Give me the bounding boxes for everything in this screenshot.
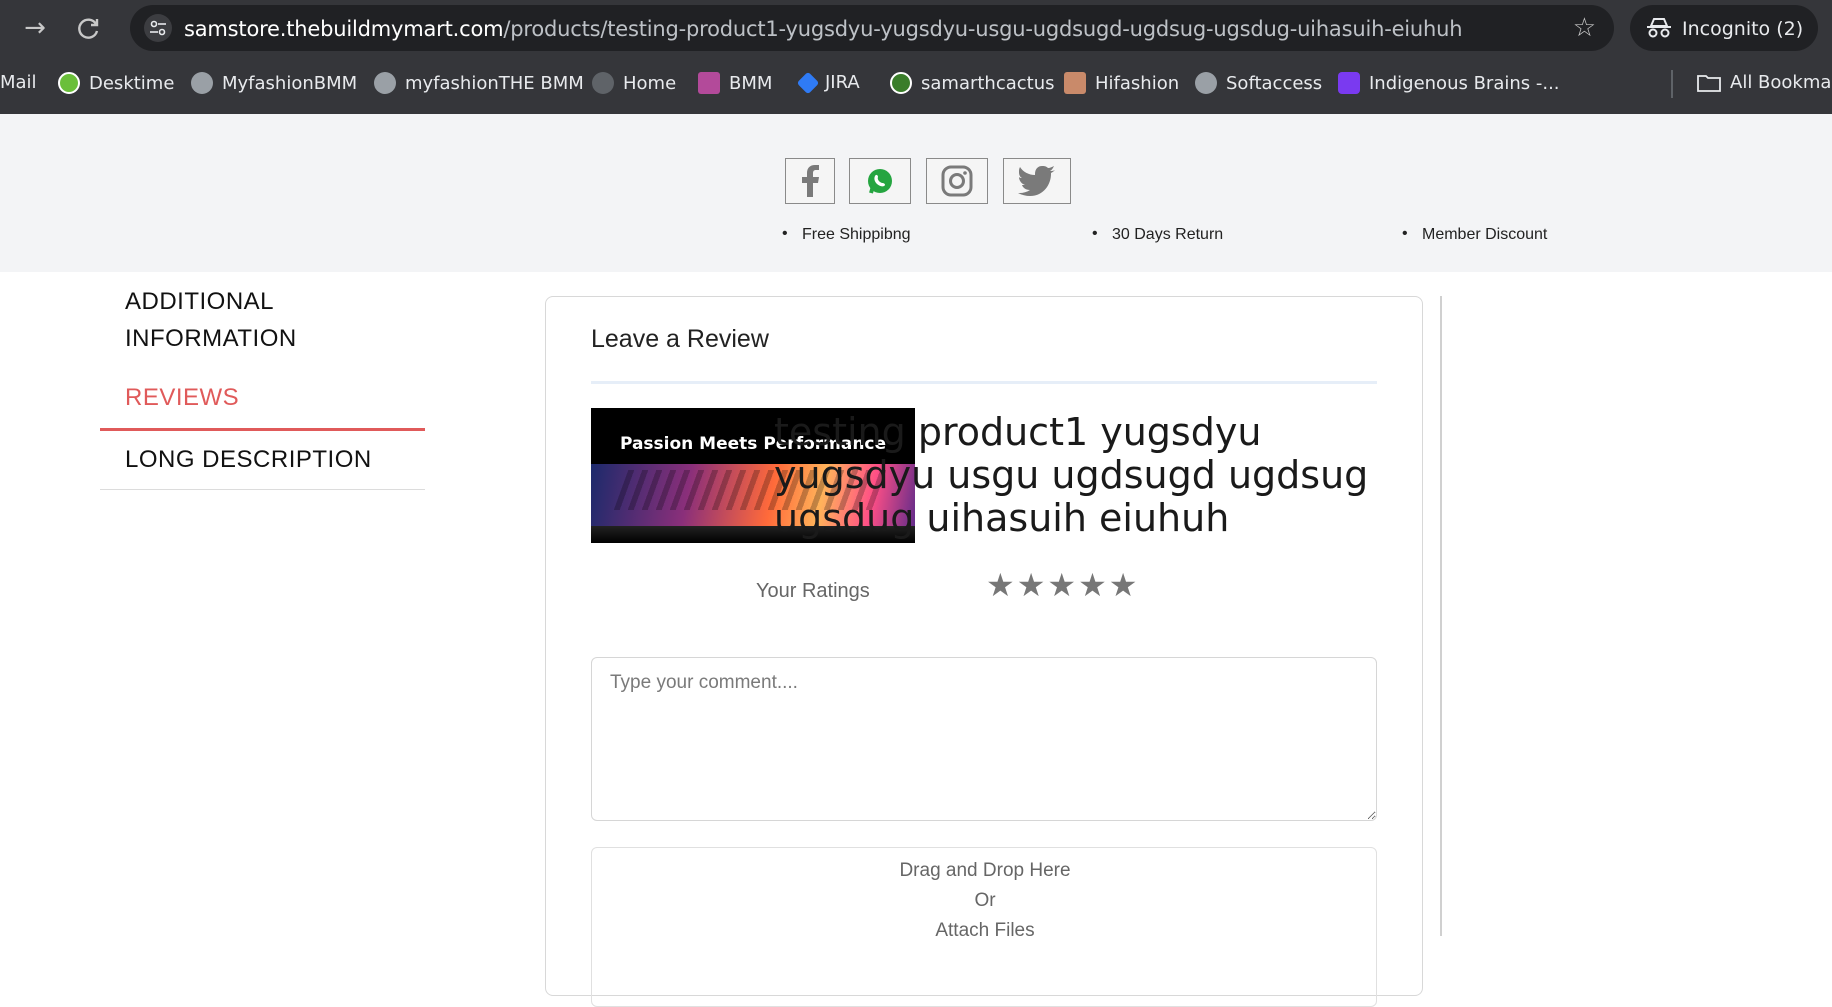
review-card: Leave a Review Passion Meets Performance… [545, 296, 1423, 1007]
perk-30-days-return: 30 Days Return [1092, 225, 1223, 244]
bookmark-label: Home [623, 72, 677, 94]
tab-additional-information[interactable]: ADDITIONAL INFORMATION [125, 288, 297, 353]
bookmark-bmm[interactable]: BMM [698, 72, 772, 94]
perk-member-discount: Member Discount [1402, 225, 1547, 244]
globe-icon [191, 72, 213, 94]
address-bar[interactable]: samstore.thebuildmymart.com/products/tes… [130, 5, 1614, 51]
dropzone-text: Drag and Drop Here [899, 860, 1071, 881]
browser-toolbar: → samstore.thebuildmymart.com/products/t… [0, 0, 1832, 56]
active-tab-underline [100, 428, 425, 431]
hifashion-icon [1064, 72, 1086, 94]
globe-icon [592, 72, 614, 94]
bookmarks-divider [1671, 70, 1673, 98]
globe-icon [374, 72, 396, 94]
comment-input[interactable] [591, 657, 1377, 821]
review-title: Leave a Review [591, 325, 769, 353]
bookmark-label: Hifashion [1095, 72, 1180, 94]
attach-files-link[interactable]: Attach Files [592, 920, 1378, 942]
bookmark-label: MyfashionBMM [222, 72, 358, 94]
bookmark-label: JIRA [825, 72, 860, 93]
tab-label: ADDITIONAL [125, 288, 275, 315]
perk-free-shipping: Free Shippibng [782, 225, 910, 244]
bookmark-label: Softaccess [1226, 72, 1323, 94]
bookmark-star-icon[interactable]: ☆ [1573, 13, 1596, 43]
bmm-icon [698, 72, 720, 94]
bookmark-myfashion-the-bmm[interactable]: myfashionTHE BMM [374, 72, 584, 94]
file-dropzone[interactable]: Drag and Drop Here Or Attach Files [591, 847, 1377, 1007]
bookmark-label: samarthcactus [921, 72, 1055, 94]
url-path: /products/testing-product1-yugsdyu-yugsd… [503, 17, 1463, 41]
cactus-icon [890, 72, 912, 94]
bookmark-mail[interactable]: Mail [0, 72, 37, 93]
rating-stars[interactable]: ★ ★ ★ ★ ★ [986, 567, 1137, 603]
jira-icon [796, 71, 820, 94]
url-host: samstore.thebuildmymart.com [184, 17, 504, 41]
bookmark-all[interactable]: All Bookmar [1697, 72, 1832, 93]
reload-icon[interactable] [72, 12, 106, 46]
bookmark-samarthcactus[interactable]: samarthcactus [890, 72, 1055, 94]
bookmark-softaccess[interactable]: Softaccess [1195, 72, 1322, 94]
bookmark-hifashion[interactable]: Hifashion [1064, 72, 1179, 94]
folder-icon [1697, 74, 1721, 92]
bookmark-indigenous-brains[interactable]: Indigenous Brains -... [1338, 72, 1560, 94]
tab-label: INFORMATION [125, 325, 297, 352]
bookmark-label: Indigenous Brains -... [1369, 72, 1560, 94]
incognito-icon [1647, 18, 1671, 38]
bookmark-label: All Bookmar [1730, 72, 1832, 93]
store-header-band: Free Shippibng 30 Days Return Member Dis… [0, 114, 1832, 272]
bookmark-myfashionbmm[interactable]: MyfashionBMM [191, 72, 357, 94]
bookmark-label: myfashionTHE BMM [405, 72, 584, 94]
desktime-icon [58, 72, 80, 94]
dropzone-or: Or [974, 890, 996, 911]
bookmark-label: BMM [729, 72, 773, 94]
title-rule [591, 381, 1377, 384]
star-icon[interactable]: ★ [1078, 567, 1107, 603]
product-name: testing product1 yugsdyu yugsdyu usgu ug… [774, 410, 1369, 540]
tab-long-description[interactable]: LONG DESCRIPTION [125, 446, 372, 474]
incognito-label: Incognito (2) [1682, 18, 1804, 40]
bookmarks-bar: Mail Desktime MyfashionBMM myfashionTHE … [0, 56, 1832, 114]
bookmark-jira[interactable]: JIRA [796, 71, 860, 94]
site-settings-icon[interactable] [144, 14, 172, 42]
instagram-icon[interactable] [926, 158, 988, 204]
facebook-icon[interactable] [785, 158, 835, 204]
indigenous-icon [1338, 72, 1360, 94]
tab-divider [100, 489, 425, 490]
forward-icon[interactable]: → [18, 12, 52, 46]
bookmark-label: Desktime [89, 72, 175, 94]
bookmark-desktime[interactable]: Desktime [58, 72, 174, 94]
star-icon[interactable]: ★ [986, 567, 1015, 603]
star-icon[interactable]: ★ [1017, 567, 1046, 603]
bookmark-label: Mail [0, 72, 37, 93]
star-icon[interactable]: ★ [1047, 567, 1076, 603]
incognito-button[interactable]: Incognito (2) [1630, 5, 1818, 51]
globe-icon [1195, 72, 1217, 94]
column-divider [1440, 296, 1442, 936]
whatsapp-icon[interactable] [849, 158, 911, 204]
ratings-label: Your Ratings [756, 580, 870, 602]
tab-reviews[interactable]: REVIEWS [125, 384, 239, 412]
url-text[interactable]: samstore.thebuildmymart.com/products/tes… [184, 17, 1463, 41]
twitter-icon[interactable] [1003, 158, 1071, 204]
star-icon[interactable]: ★ [1109, 567, 1138, 603]
bookmark-home[interactable]: Home [592, 72, 676, 94]
